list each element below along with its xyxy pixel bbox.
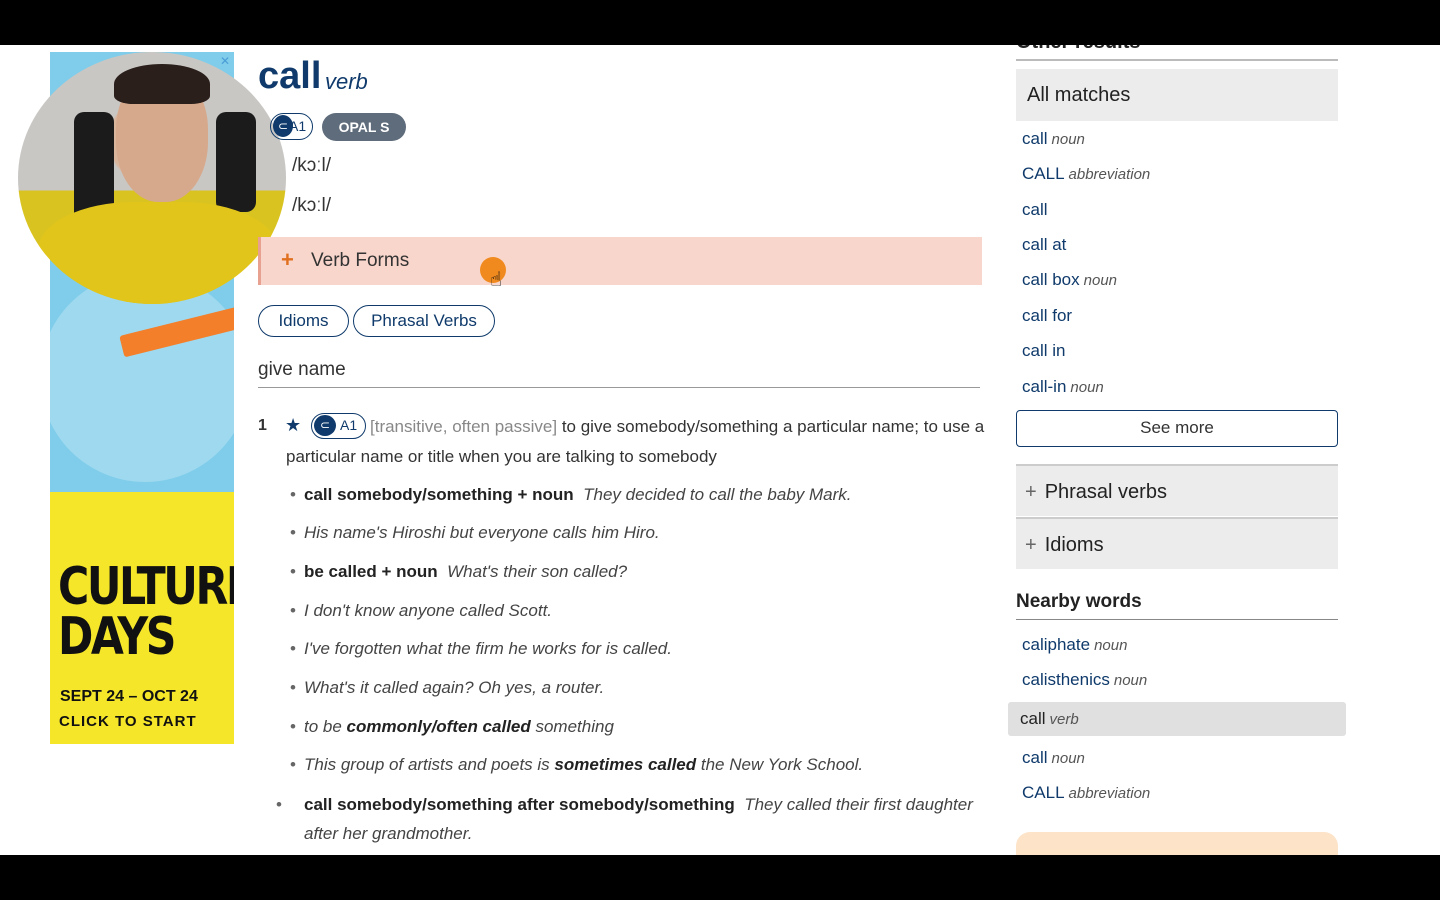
grammar-label: [transitive, often passive] xyxy=(370,417,558,436)
nearby-words-title: Nearby words xyxy=(1016,591,1142,612)
ad-close-icon[interactable]: ✕ xyxy=(220,54,230,68)
example: • I don't know anyone called Scott. xyxy=(290,601,553,620)
ad-title: CULTURE DAYS xyxy=(58,557,234,667)
plus-icon: + xyxy=(1025,534,1037,556)
match-link[interactable]: call box noun xyxy=(1022,270,1117,290)
plus-icon: + xyxy=(281,247,294,272)
nearby-link[interactable]: call noun xyxy=(1022,748,1085,768)
match-link[interactable]: call-in noun xyxy=(1022,377,1104,397)
idioms-pill-button[interactable]: Idioms xyxy=(258,305,349,337)
phrasal-verbs-pill-button[interactable]: Phrasal Verbs xyxy=(353,305,495,337)
sense-definition: [transitive, often passive] to give some… xyxy=(286,412,986,472)
nearby-link[interactable]: calisthenics noun xyxy=(1022,670,1147,690)
ad-title-line2: DAYS xyxy=(58,607,177,667)
browser-viewport: ✕ CULTURE DAYS SEPT 24 – OCT 24 CLICK TO… xyxy=(0,45,1440,855)
example: • This group of artists and poets is some… xyxy=(290,755,864,774)
shortcut-heading: give name xyxy=(258,359,980,388)
pronunciation-us: /kɔːl/ xyxy=(292,195,332,216)
oxford-3000-icon: ⊂ xyxy=(273,115,293,137)
divider xyxy=(1016,59,1338,61)
webcam-chair-right xyxy=(216,112,256,212)
sense-number: 1 xyxy=(258,417,267,434)
example: • His name's Hiroshi but everyone calls h… xyxy=(290,523,660,542)
match-link[interactable]: call for xyxy=(1022,306,1072,326)
phrasal-verbs-accordion[interactable]: + Phrasal verbs xyxy=(1016,464,1338,516)
webcam-hair xyxy=(114,64,210,104)
plus-icon: + xyxy=(1025,481,1037,503)
match-link[interactable]: call xyxy=(1022,200,1048,220)
match-link[interactable]: CALL abbreviation xyxy=(1022,164,1150,184)
example: • call somebody/something after somebody/… xyxy=(276,795,973,843)
webcam-overlay xyxy=(18,52,286,304)
ad-title-line1: CULTURE xyxy=(58,557,234,617)
letterbox-top xyxy=(0,0,1440,45)
webcam-shirt xyxy=(38,202,278,304)
divider xyxy=(1016,619,1338,620)
headword-pos: verb xyxy=(325,69,368,94)
nearby-link[interactable]: caliphate noun xyxy=(1022,635,1127,655)
opal-badge[interactable]: OPAL S xyxy=(322,113,406,141)
oxford-level-badge[interactable]: ⊂ A1 xyxy=(270,113,313,140)
ad-dates: SEPT 24 – OCT 24 xyxy=(60,688,198,705)
verb-forms-toggle[interactable]: + Verb Forms xyxy=(258,237,982,285)
headword: call xyxy=(258,55,322,97)
all-matches-header: All matches xyxy=(1016,69,1338,121)
match-link[interactable]: call noun xyxy=(1022,129,1085,149)
verb-forms-label: Verb Forms xyxy=(311,250,410,271)
ad-cta[interactable]: CLICK TO START xyxy=(59,713,197,730)
see-more-button[interactable]: See more xyxy=(1016,410,1338,447)
match-link[interactable]: call in xyxy=(1022,341,1065,361)
idioms-accordion[interactable]: + Idioms xyxy=(1016,517,1338,569)
example: • to be commonly/often called something xyxy=(290,717,614,736)
nearby-current-entry[interactable]: call verb xyxy=(1008,702,1346,736)
match-link[interactable]: call at xyxy=(1022,235,1066,255)
example: • What's it called again? Oh yes, a route… xyxy=(290,678,605,697)
hand-cursor-icon: ☝ xyxy=(490,269,503,291)
example: • call somebody/something + noun They dec… xyxy=(290,485,852,504)
example: • be called + noun What's their son calle… xyxy=(290,562,628,581)
letterbox-bottom xyxy=(0,855,1440,900)
example: • I've forgotten what the firm he works f… xyxy=(290,639,672,658)
pronunciation-uk: /kɔːl/ xyxy=(292,155,332,176)
other-results-title: Other results xyxy=(1016,45,1140,54)
promo-box xyxy=(1016,832,1338,855)
nearby-link[interactable]: CALL abbreviation xyxy=(1022,783,1150,803)
